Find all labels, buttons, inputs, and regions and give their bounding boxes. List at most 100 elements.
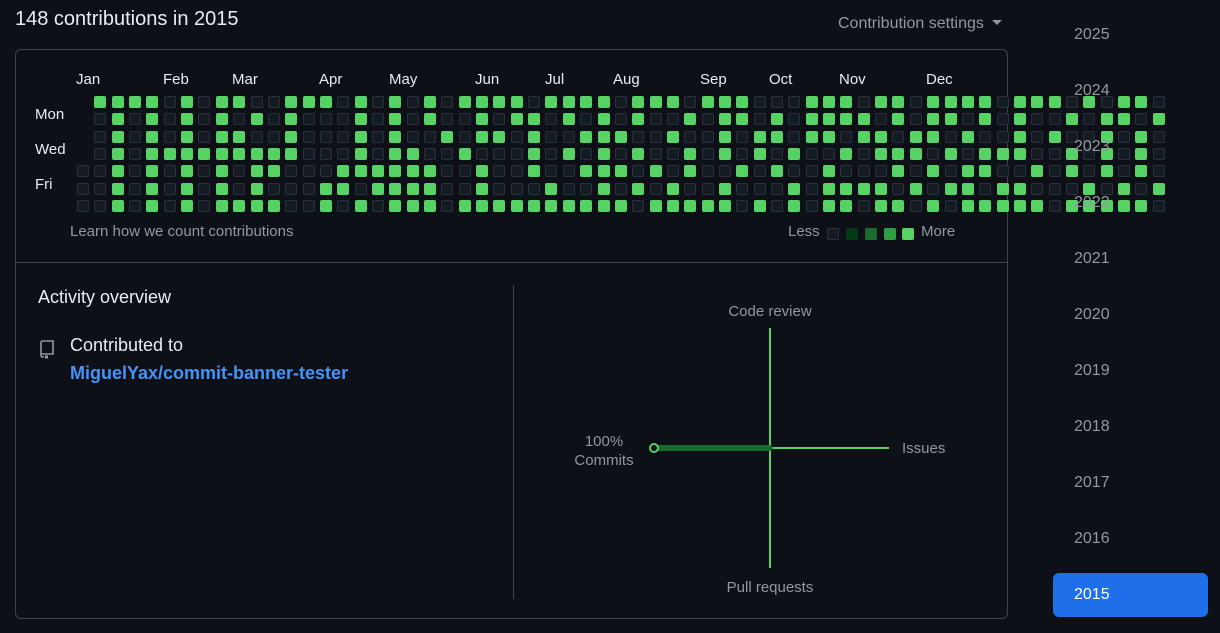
contribution-day[interactable] — [198, 96, 211, 108]
contribution-day[interactable] — [424, 113, 436, 126]
contribution-day[interactable] — [666, 96, 679, 108]
contribution-day[interactable] — [510, 96, 523, 108]
contribution-day[interactable] — [354, 182, 367, 195]
contribution-day[interactable] — [285, 182, 298, 195]
contribution-day[interactable] — [319, 113, 332, 126]
contribution-day[interactable] — [1013, 147, 1026, 160]
contribution-day[interactable] — [163, 113, 176, 126]
contribution-day[interactable] — [875, 96, 888, 108]
contribution-day[interactable] — [441, 130, 454, 143]
contribution-day[interactable] — [701, 182, 714, 195]
contribution-day[interactable] — [94, 182, 107, 195]
year-link-2025[interactable]: 2025 — [1053, 13, 1208, 57]
contribution-day[interactable] — [198, 199, 211, 212]
contribution-day[interactable] — [354, 199, 367, 212]
contribution-day[interactable] — [597, 113, 610, 126]
contribution-day[interactable] — [111, 130, 124, 143]
contribution-day[interactable] — [771, 182, 783, 195]
contribution-day[interactable] — [840, 199, 853, 212]
contribution-day[interactable] — [961, 113, 974, 126]
contribution-day[interactable] — [1118, 113, 1130, 126]
contribution-day[interactable] — [319, 147, 332, 160]
contribution-day[interactable] — [493, 182, 506, 195]
repo-link[interactable]: MiguelYax/commit-banner-tester — [70, 363, 348, 384]
contribution-day[interactable] — [406, 96, 419, 108]
contribution-day[interactable] — [632, 130, 645, 143]
contribution-day[interactable] — [684, 96, 697, 108]
contribution-day[interactable] — [771, 147, 783, 160]
contribution-day[interactable] — [788, 130, 801, 143]
contribution-day[interactable] — [389, 130, 402, 143]
contribution-day[interactable] — [319, 165, 332, 178]
contribution-day[interactable] — [215, 199, 228, 212]
contribution-day[interactable] — [614, 113, 627, 126]
contribution-day[interactable] — [146, 199, 159, 212]
contribution-day[interactable] — [267, 182, 280, 195]
contribution-day[interactable] — [510, 147, 523, 160]
contribution-day[interactable] — [788, 96, 801, 108]
contribution-day[interactable] — [562, 199, 575, 212]
contribution-day[interactable] — [302, 182, 315, 195]
contribution-day[interactable] — [614, 165, 627, 178]
contribution-day[interactable] — [250, 165, 263, 178]
contribution-day[interactable] — [458, 199, 471, 212]
year-link-2016[interactable]: 2016 — [1053, 517, 1208, 561]
contribution-day[interactable] — [233, 96, 246, 108]
contribution-day[interactable] — [649, 130, 662, 143]
contribution-day[interactable] — [233, 147, 246, 160]
contribution-day[interactable] — [892, 199, 905, 212]
contribution-day[interactable] — [684, 199, 697, 212]
contribution-day[interactable] — [753, 96, 766, 108]
contribution-day[interactable] — [476, 147, 489, 160]
contribution-day[interactable] — [996, 113, 1009, 126]
contribution-day[interactable] — [701, 165, 714, 178]
contribution-day[interactable] — [267, 165, 280, 178]
contribution-day[interactable] — [840, 165, 853, 178]
contribution-day[interactable] — [528, 199, 541, 212]
contribution-day[interactable] — [510, 199, 523, 212]
contribution-day[interactable] — [267, 130, 280, 143]
contribution-day[interactable] — [580, 130, 593, 143]
contribution-day[interactable] — [371, 130, 384, 143]
contribution-day[interactable] — [736, 130, 749, 143]
year-link-2020[interactable]: 2020 — [1053, 293, 1208, 337]
contribution-day[interactable] — [701, 130, 714, 143]
contribution-day[interactable] — [892, 182, 905, 195]
contribution-day[interactable] — [736, 96, 749, 108]
contribution-day[interactable] — [111, 182, 124, 195]
contribution-day[interactable] — [198, 130, 211, 143]
contribution-day[interactable] — [302, 199, 315, 212]
contribution-day[interactable] — [163, 147, 176, 160]
contribution-day[interactable] — [875, 199, 888, 212]
contribution-day[interactable] — [250, 147, 263, 160]
contribution-day[interactable] — [944, 182, 957, 195]
contribution-day[interactable] — [545, 130, 558, 143]
contribution-day[interactable] — [493, 199, 506, 212]
contribution-day[interactable] — [944, 199, 957, 212]
contribution-day[interactable] — [649, 199, 662, 212]
contribution-day[interactable] — [267, 96, 280, 108]
contribution-day[interactable] — [927, 199, 940, 212]
contribution-day[interactable] — [632, 182, 645, 195]
contribution-day[interactable] — [146, 182, 159, 195]
contribution-day[interactable] — [129, 165, 142, 178]
contribution-day[interactable] — [198, 165, 211, 178]
contribution-day[interactable] — [580, 147, 593, 160]
contribution-day[interactable] — [285, 113, 298, 126]
contribution-day[interactable] — [823, 113, 836, 126]
contribution-day[interactable] — [580, 96, 593, 108]
contribution-day[interactable] — [129, 147, 142, 160]
contribution-day[interactable] — [389, 165, 402, 178]
contribution-day[interactable] — [562, 165, 575, 178]
contribution-day[interactable] — [406, 113, 419, 126]
contribution-day[interactable] — [909, 165, 922, 178]
year-link-2018[interactable]: 2018 — [1053, 405, 1208, 449]
contribution-day[interactable] — [892, 96, 905, 108]
contribution-day[interactable] — [944, 130, 957, 143]
contribution-day[interactable] — [94, 113, 107, 126]
year-link-2023[interactable]: 2023 — [1053, 125, 1208, 169]
contribution-day[interactable] — [823, 199, 836, 212]
contribution-day[interactable] — [892, 147, 905, 160]
contribution-day[interactable] — [406, 182, 419, 195]
contribution-day[interactable] — [337, 182, 350, 195]
